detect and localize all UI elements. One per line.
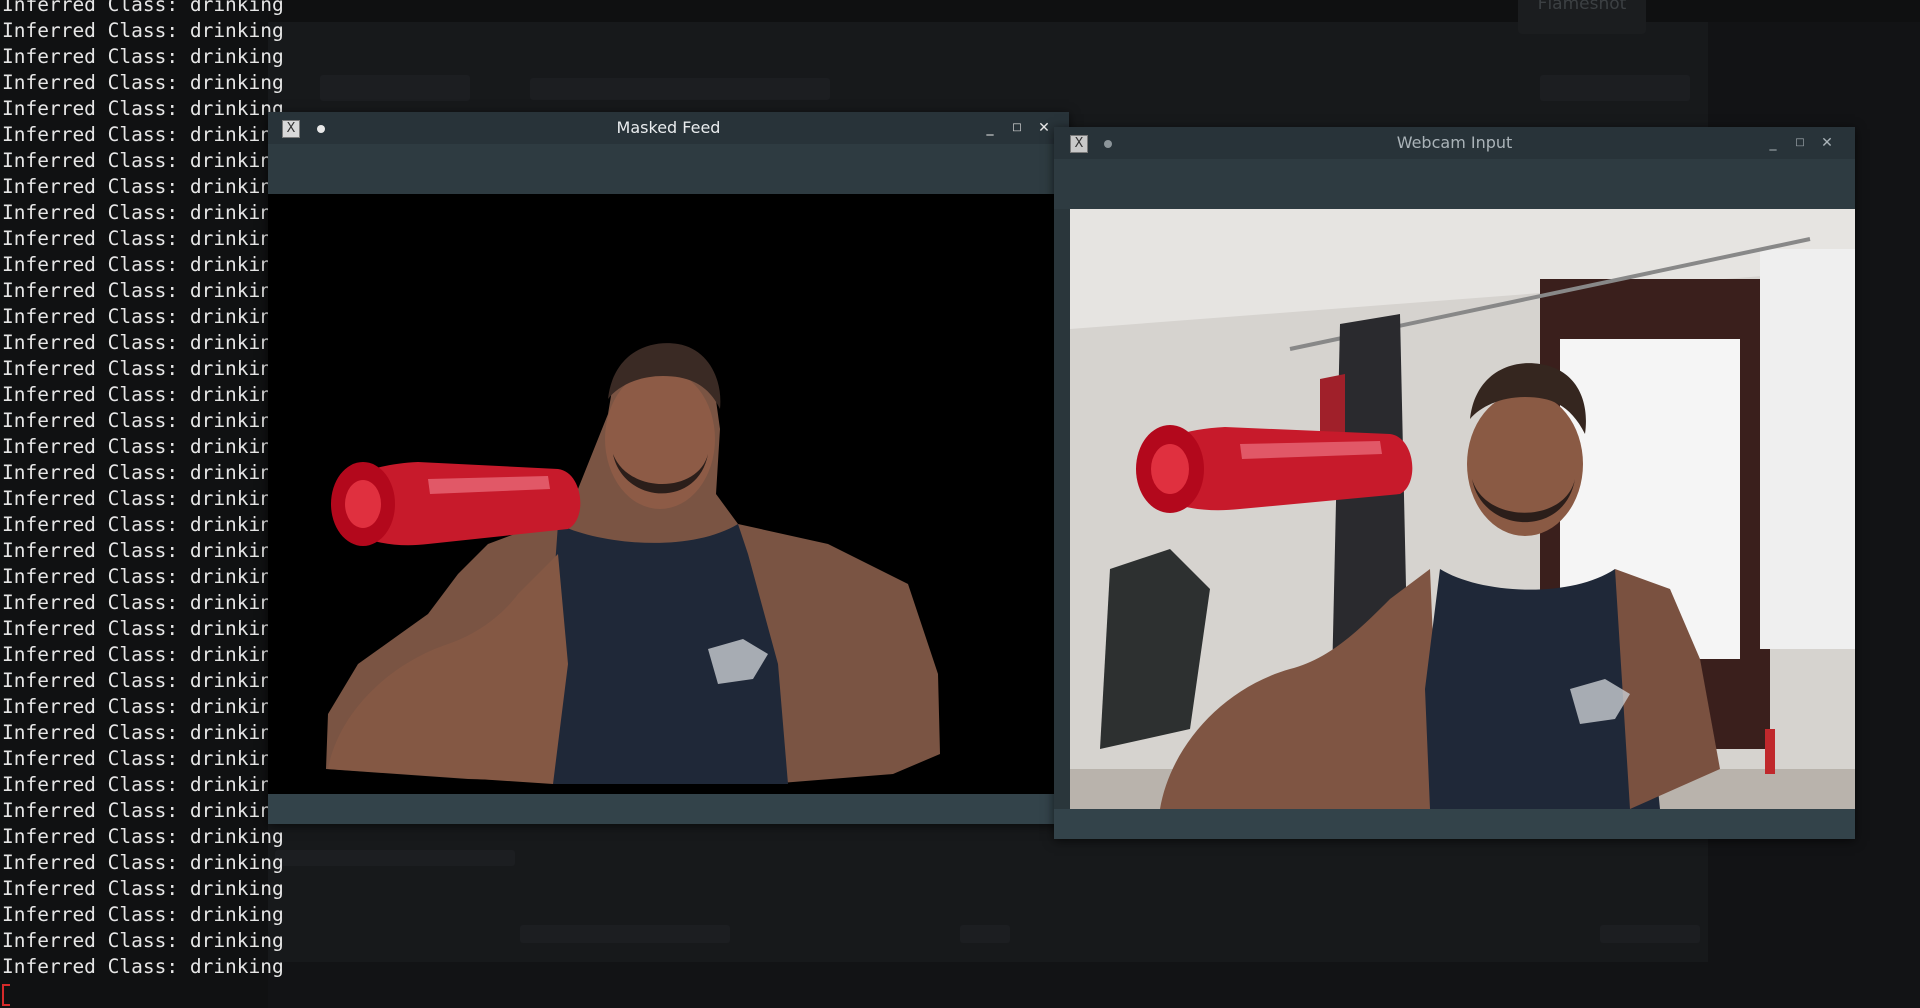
terminal-line: Inferred Class: drinking bbox=[2, 773, 284, 796]
terminal-line: Inferred Class: drinking bbox=[2, 643, 284, 666]
terminal-line: Inferred Class: drinking bbox=[2, 331, 284, 354]
terminal-line: Inferred Class: drinking bbox=[2, 0, 284, 16]
terminal-line: Inferred Class: drinking bbox=[2, 383, 284, 406]
maximize-button[interactable]: □ bbox=[1007, 118, 1027, 138]
webcam-window-glass-right bbox=[1760, 249, 1855, 649]
background-footer-blob bbox=[1600, 925, 1700, 943]
terminal-line: Inferred Class: drinking bbox=[2, 357, 284, 380]
background-line-blob bbox=[275, 850, 515, 866]
terminal-line: Inferred Class: drinking bbox=[2, 513, 284, 536]
minimize-button[interactable]: _ bbox=[980, 118, 1000, 138]
terminal-line: Inferred Class: drinking bbox=[2, 955, 284, 978]
terminal-line: Inferred Class: drinking bbox=[2, 253, 284, 276]
masked-feed-toolbar bbox=[268, 144, 1069, 194]
masked-feed-statusbar bbox=[268, 794, 1069, 824]
terminal-line: Inferred Class: drinking bbox=[2, 435, 284, 458]
window-title: Webcam Input bbox=[1396, 133, 1513, 152]
background-footer-blob bbox=[960, 925, 1010, 943]
terminal-line: Inferred Class: drinking bbox=[2, 201, 284, 224]
webcam-input-window[interactable]: X Webcam Input _ □ ✕ bbox=[1054, 127, 1855, 839]
terminal-line: Inferred Class: drinking bbox=[2, 487, 284, 510]
close-button[interactable]: ✕ bbox=[1034, 118, 1054, 138]
terminal-cursor bbox=[2, 984, 10, 1006]
background-toolbar-blob bbox=[530, 78, 830, 100]
maximize-button[interactable]: □ bbox=[1790, 133, 1810, 153]
terminal-line: Inferred Class: drinking bbox=[2, 97, 284, 120]
webcam-input-titlebar[interactable]: X Webcam Input _ □ ✕ bbox=[1054, 127, 1855, 159]
background-toolbar-blob bbox=[320, 75, 470, 101]
terminal-line: Inferred Class: drinking bbox=[2, 695, 284, 718]
close-button[interactable]: ✕ bbox=[1817, 133, 1837, 153]
terminal-line: Inferred Class: drinking bbox=[2, 149, 284, 172]
terminal-line: Inferred Class: drinking bbox=[2, 227, 284, 250]
terminal-line: Inferred Class: drinking bbox=[2, 825, 284, 848]
terminal-line: Inferred Class: drinking bbox=[2, 461, 284, 484]
window-title: Masked Feed bbox=[616, 118, 721, 137]
background-toast: Flameshot bbox=[1518, 0, 1646, 34]
terminal-line: Inferred Class: drinking bbox=[2, 123, 284, 146]
terminal-line: Inferred Class: drinking bbox=[2, 175, 284, 198]
background-toast-label: Flameshot bbox=[1537, 0, 1627, 14]
terminal-line: Inferred Class: drinking bbox=[2, 305, 284, 328]
terminal-line: Inferred Class: drinking bbox=[2, 747, 284, 770]
terminal-line: Inferred Class: drinking bbox=[2, 539, 284, 562]
terminal-line: Inferred Class: drinking bbox=[2, 721, 284, 744]
terminal-line: Inferred Class: drinking bbox=[2, 409, 284, 432]
masked-feed-window[interactable]: X Masked Feed _ □ ✕ bbox=[268, 112, 1069, 824]
terminal-output: Inferred Class: drinking Inferred Class: … bbox=[0, 0, 284, 980]
minimize-button[interactable]: _ bbox=[1763, 133, 1783, 153]
background-footer-blob bbox=[520, 925, 730, 943]
terminal-line: Inferred Class: drinking bbox=[2, 279, 284, 302]
terminal-line: Inferred Class: drinking bbox=[2, 19, 284, 42]
terminal-line: Inferred Class: drinking bbox=[2, 617, 284, 640]
webcam-input-statusbar bbox=[1054, 809, 1855, 839]
webcam-video-frame bbox=[1070, 209, 1855, 809]
terminal-line: Inferred Class: drinking bbox=[2, 591, 284, 614]
webcam-red-object bbox=[1765, 729, 1775, 774]
terminal-line: Inferred Class: drinking bbox=[2, 903, 284, 926]
terminal-line: Inferred Class: drinking bbox=[2, 669, 284, 692]
background-toolbar-blob bbox=[1540, 75, 1690, 101]
terminal[interactable]: Inferred Class: drinking Inferred Class: … bbox=[0, 0, 284, 1008]
masked-video-frame bbox=[268, 194, 1069, 794]
masked-feed-titlebar[interactable]: X Masked Feed _ □ ✕ bbox=[268, 112, 1069, 144]
terminal-line: Inferred Class: drinking bbox=[2, 799, 284, 822]
webcam-input-toolbar bbox=[1054, 159, 1855, 209]
terminal-line: Inferred Class: drinking bbox=[2, 71, 284, 94]
terminal-line: Inferred Class: drinking bbox=[2, 45, 284, 68]
terminal-line: Inferred Class: drinking bbox=[2, 851, 284, 874]
terminal-line: Inferred Class: drinking bbox=[2, 877, 284, 900]
terminal-line: Inferred Class: drinking bbox=[2, 929, 284, 952]
terminal-line: Inferred Class: drinking bbox=[2, 565, 284, 588]
